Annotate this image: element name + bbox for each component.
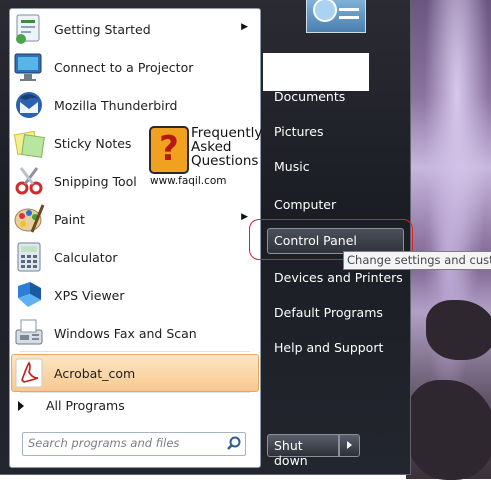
program-label: Snipping Tool	[54, 173, 137, 189]
menu-item-computer[interactable]: Computer	[274, 197, 336, 212]
redacted-username	[263, 53, 369, 91]
menu-item-documents[interactable]: Documents	[274, 89, 345, 104]
menu-item-default-programs[interactable]: Default Programs	[274, 305, 383, 320]
all-programs-label: All Programs	[46, 398, 125, 413]
program-windows-fax-scan[interactable]: Windows Fax and Scan	[12, 315, 258, 351]
program-calculator[interactable]: Calculator	[12, 239, 258, 275]
menu-item-help-support[interactable]: Help and Support	[274, 340, 383, 355]
menu-item-music[interactable]: Music	[274, 159, 310, 174]
program-label: Sticky Notes	[54, 135, 132, 151]
faq-line: Asked	[191, 139, 232, 155]
desktop-wallpaper	[406, 0, 491, 480]
sticky-notes-icon	[12, 126, 46, 160]
faq-watermark: ? Frequently Asked Questions www.faqil.c…	[146, 123, 262, 189]
program-label: Windows Fax and Scan	[54, 325, 197, 341]
fax-icon	[12, 316, 46, 350]
search-input[interactable]: Search programs and files	[22, 432, 246, 456]
faq-title: Frequently Asked Questions	[191, 126, 262, 168]
submenu-arrow-icon: ▶	[241, 212, 248, 222]
all-programs-button[interactable]: All Programs	[18, 398, 125, 413]
search-placeholder: Search programs and files	[28, 436, 180, 450]
programs-pane: Getting Started ▶ Connect to a Projector…	[9, 8, 261, 468]
divider	[20, 351, 250, 352]
user-picture-detail	[339, 16, 359, 19]
calculator-icon	[12, 240, 46, 274]
wallpaper-rock	[426, 300, 491, 360]
shutdown-label: Shut down	[274, 438, 308, 468]
paint-palette-icon	[12, 202, 46, 236]
faq-line: Frequently	[191, 125, 263, 141]
faq-url: www.faqil.com	[150, 175, 227, 187]
control-panel-tooltip: Change settings and customize the functi…	[343, 251, 491, 270]
faq-line: Questions	[191, 153, 259, 169]
program-connect-projector[interactable]: Connect to a Projector	[12, 49, 258, 85]
faq-question-badge: ?	[149, 126, 189, 174]
program-acrobat[interactable]: Acrobat_com	[11, 354, 259, 392]
program-thunderbird[interactable]: Mozilla Thunderbird	[12, 87, 258, 123]
program-label: Connect to a Projector	[54, 59, 194, 75]
shutdown-options-button[interactable]	[339, 434, 360, 457]
user-picture[interactable]	[306, 0, 366, 33]
wallpaper-rock	[406, 380, 491, 480]
program-getting-started[interactable]: Getting Started ▶	[12, 11, 258, 47]
program-label: Acrobat_com	[54, 365, 136, 381]
user-picture-detail	[339, 8, 359, 11]
acrobat-icon	[12, 356, 46, 390]
divider	[20, 392, 250, 393]
getting-started-icon	[12, 12, 46, 46]
thunderbird-icon	[12, 88, 46, 122]
program-label: Mozilla Thunderbird	[54, 97, 178, 113]
program-xps-viewer[interactable]: XPS Viewer	[12, 277, 258, 313]
submenu-arrow-icon: ▶	[241, 22, 248, 32]
projector-icon	[12, 50, 46, 84]
program-label: Getting Started	[54, 21, 151, 37]
xps-viewer-icon	[12, 278, 46, 312]
shutdown-button[interactable]: Shut down	[267, 434, 339, 468]
program-label: XPS Viewer	[54, 287, 125, 303]
arrow-right-icon	[347, 441, 352, 449]
program-paint[interactable]: Paint ▶	[12, 201, 258, 237]
program-label: Paint	[54, 211, 85, 227]
scissors-icon	[12, 164, 46, 198]
menu-item-pictures[interactable]: Pictures	[274, 124, 324, 139]
menu-item-devices-printers[interactable]: Devices and Printers	[274, 270, 403, 285]
program-label: Calculator	[54, 249, 118, 265]
search-icon[interactable]	[227, 436, 241, 453]
expand-arrow-icon	[18, 400, 24, 411]
monitor-icon	[313, 0, 337, 22]
